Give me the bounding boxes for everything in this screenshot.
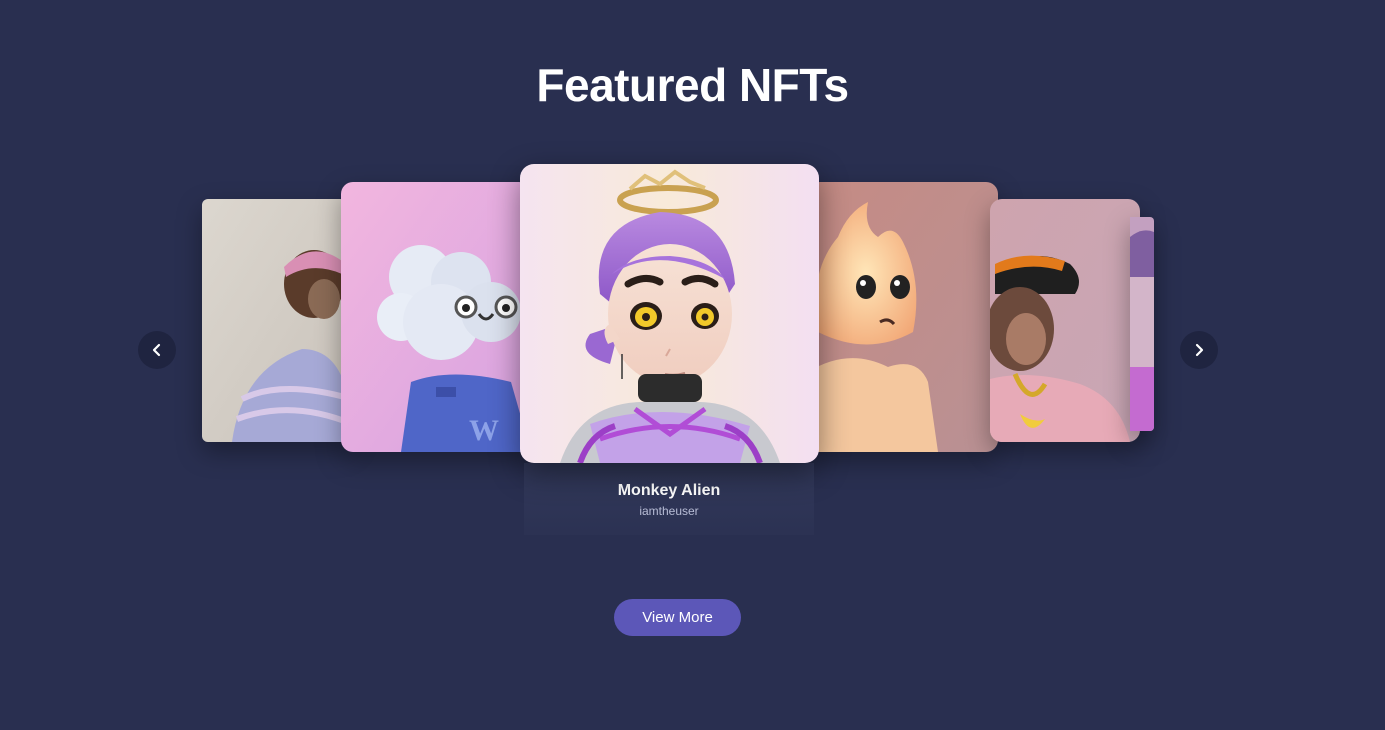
prev-button[interactable] (138, 331, 176, 369)
view-more-button[interactable]: View More (614, 599, 741, 636)
nft-card-partial[interactable] (1130, 217, 1154, 431)
nft-card-ape[interactable] (202, 199, 352, 442)
nft-name: Monkey Alien (617, 482, 721, 499)
next-button[interactable] (1180, 331, 1218, 369)
anime-girl-artwork (520, 164, 819, 463)
flame-character-artwork (808, 182, 998, 452)
nft-card-flame[interactable] (808, 182, 998, 452)
svg-text:W: W (469, 414, 499, 447)
ape-artwork (202, 199, 352, 442)
nft-card-cloud[interactable]: W (341, 182, 531, 452)
partial-artwork (1130, 217, 1154, 431)
chevron-left-icon (152, 343, 161, 357)
nft-owner: iamtheuser (639, 504, 699, 518)
chevron-right-icon (1195, 343, 1204, 357)
featured-caption: Monkey Alien iamtheuser (524, 463, 814, 535)
ape-with-cap-artwork (990, 199, 1140, 442)
cloud-character-artwork: W (341, 182, 531, 452)
nft-card-ape-cap[interactable] (990, 199, 1140, 442)
nft-card-featured[interactable] (520, 164, 819, 463)
